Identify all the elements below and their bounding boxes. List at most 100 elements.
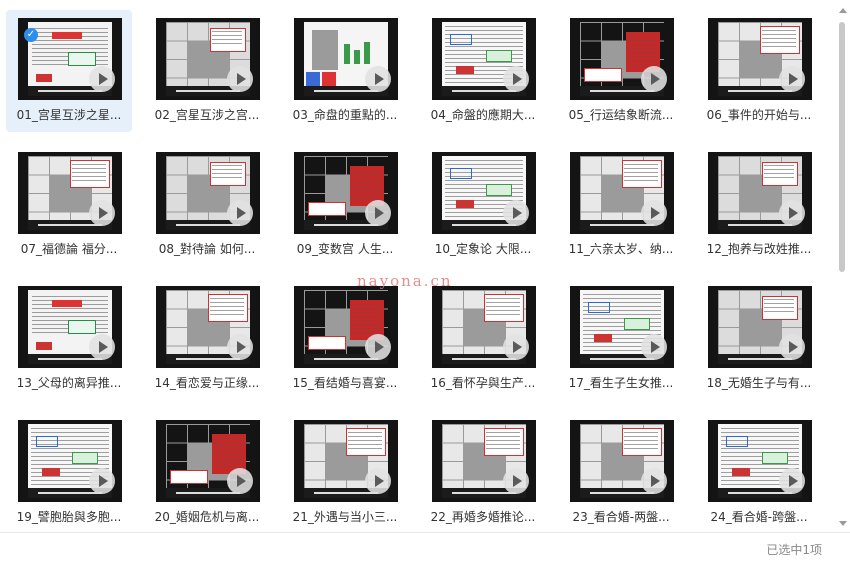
file-item[interactable]: 19_譬胞胎與多胞... <box>6 412 132 534</box>
file-name: 18_无婚生子与有... <box>706 376 812 390</box>
play-icon[interactable] <box>89 468 115 494</box>
file-item[interactable]: 23_看合婚-两盤... <box>558 412 684 534</box>
file-name: 17_看生子生女推... <box>568 376 674 390</box>
play-icon[interactable] <box>779 334 805 360</box>
file-name: 02_宫星互涉之宫... <box>154 108 260 122</box>
play-icon[interactable] <box>641 334 667 360</box>
file-item[interactable]: ✓ 01_宫星互涉之星... <box>6 10 132 132</box>
scroll-down-arrow-icon[interactable] <box>839 521 847 526</box>
video-thumbnail[interactable] <box>294 286 398 368</box>
vertical-scrollbar[interactable] <box>838 4 847 530</box>
video-thumbnail[interactable] <box>156 18 260 100</box>
video-thumbnail[interactable] <box>156 152 260 234</box>
video-thumbnail[interactable] <box>570 286 674 368</box>
status-bar: 已选中1项 <box>0 532 850 565</box>
play-icon[interactable] <box>641 200 667 226</box>
file-item[interactable]: 13_父母的离异推... <box>6 278 132 400</box>
play-icon[interactable] <box>227 468 253 494</box>
file-item[interactable]: 05_行运结象断流... <box>558 10 684 132</box>
file-item[interactable]: 11_六亲太岁、纳... <box>558 144 684 266</box>
file-item[interactable]: 12_抱养与改姓推... <box>696 144 822 266</box>
play-icon[interactable] <box>503 468 529 494</box>
file-item[interactable]: 02_宫星互涉之宫... <box>144 10 270 132</box>
video-thumbnail[interactable] <box>708 18 812 100</box>
file-item[interactable]: 17_看生子生女推... <box>558 278 684 400</box>
file-item[interactable]: 21_外遇与当小三... <box>282 412 408 534</box>
video-thumbnail[interactable] <box>708 286 812 368</box>
play-icon[interactable] <box>227 200 253 226</box>
file-item[interactable]: 04_命盤的應期大... <box>420 10 546 132</box>
file-name: 01_宫星互涉之星... <box>16 108 122 122</box>
file-item[interactable]: 07_福德論 福分... <box>6 144 132 266</box>
file-item[interactable]: 09_变数宫 人生... <box>282 144 408 266</box>
video-thumbnail[interactable] <box>708 152 812 234</box>
check-icon[interactable]: ✓ <box>24 28 38 42</box>
play-icon[interactable] <box>779 468 805 494</box>
file-grid: ✓ 01_宫星互涉之星... 02_宫星互涉之宫... 03_命盘的重點的... 04_… <box>0 0 836 530</box>
file-item[interactable]: 06_事件的开始与... <box>696 10 822 132</box>
video-thumbnail[interactable] <box>432 420 536 502</box>
scroll-thumb[interactable] <box>839 22 845 272</box>
video-thumbnail[interactable] <box>294 152 398 234</box>
file-name: 08_對待論 如何... <box>158 242 256 256</box>
video-thumbnail[interactable] <box>156 286 260 368</box>
file-item[interactable]: 20_婚姻危机与离... <box>144 412 270 534</box>
play-icon[interactable] <box>89 66 115 92</box>
file-item[interactable]: 14_看恋爱与正缘... <box>144 278 270 400</box>
video-thumbnail[interactable] <box>708 420 812 502</box>
file-name: 05_行运结象断流... <box>568 108 674 122</box>
play-icon[interactable] <box>365 66 391 92</box>
video-thumbnail[interactable] <box>18 286 122 368</box>
video-thumbnail[interactable] <box>432 18 536 100</box>
file-item[interactable]: 24_看合婚-跨盤... <box>696 412 822 534</box>
file-name: 23_看合婚-两盤... <box>572 510 670 524</box>
file-name: 09_变数宫 人生... <box>296 242 394 256</box>
play-icon[interactable] <box>779 200 805 226</box>
video-thumbnail[interactable] <box>432 152 536 234</box>
play-icon[interactable] <box>641 66 667 92</box>
file-name: 13_父母的离异推... <box>16 376 122 390</box>
video-thumbnail[interactable] <box>570 152 674 234</box>
file-name: 20_婚姻危机与离... <box>154 510 260 524</box>
play-icon[interactable] <box>365 200 391 226</box>
file-name: 03_命盘的重點的... <box>292 108 398 122</box>
file-name: 16_看怀孕與生产... <box>430 376 536 390</box>
file-name: 21_外遇与当小三... <box>292 510 398 524</box>
file-name: 12_抱养与改姓推... <box>706 242 812 256</box>
video-thumbnail[interactable] <box>294 18 398 100</box>
video-thumbnail[interactable] <box>18 152 122 234</box>
video-thumbnail[interactable] <box>18 420 122 502</box>
file-name: 04_命盤的應期大... <box>430 108 536 122</box>
file-item[interactable]: 22_再婚多婚推论... <box>420 412 546 534</box>
file-item[interactable]: 15_看结婚与喜宴... <box>282 278 408 400</box>
watermark-text: nayona.cn <box>357 272 453 290</box>
file-item[interactable]: 16_看怀孕與生产... <box>420 278 546 400</box>
play-icon[interactable] <box>89 334 115 360</box>
video-thumbnail[interactable] <box>432 286 536 368</box>
play-icon[interactable] <box>503 66 529 92</box>
file-name: 06_事件的开始与... <box>706 108 812 122</box>
file-name: 24_看合婚-跨盤... <box>710 510 808 524</box>
file-item[interactable]: 18_无婚生子与有... <box>696 278 822 400</box>
play-icon[interactable] <box>503 200 529 226</box>
scroll-up-arrow-icon[interactable] <box>839 8 847 13</box>
file-item[interactable]: 08_對待論 如何... <box>144 144 270 266</box>
play-icon[interactable] <box>89 200 115 226</box>
file-name: 19_譬胞胎與多胞... <box>16 510 122 524</box>
selection-count: 已选中1项 <box>766 543 822 557</box>
video-thumbnail[interactable] <box>570 18 674 100</box>
play-icon[interactable] <box>779 66 805 92</box>
play-icon[interactable] <box>641 468 667 494</box>
play-icon[interactable] <box>365 334 391 360</box>
video-thumbnail[interactable] <box>156 420 260 502</box>
play-icon[interactable] <box>227 66 253 92</box>
play-icon[interactable] <box>503 334 529 360</box>
play-icon[interactable] <box>227 334 253 360</box>
file-item[interactable]: 10_定象论 大限... <box>420 144 546 266</box>
play-icon[interactable] <box>365 468 391 494</box>
video-thumbnail[interactable] <box>570 420 674 502</box>
file-item[interactable]: 03_命盘的重點的... <box>282 10 408 132</box>
file-name: 11_六亲太岁、纳... <box>568 242 674 256</box>
video-thumbnail[interactable] <box>294 420 398 502</box>
file-name: 14_看恋爱与正缘... <box>154 376 260 390</box>
